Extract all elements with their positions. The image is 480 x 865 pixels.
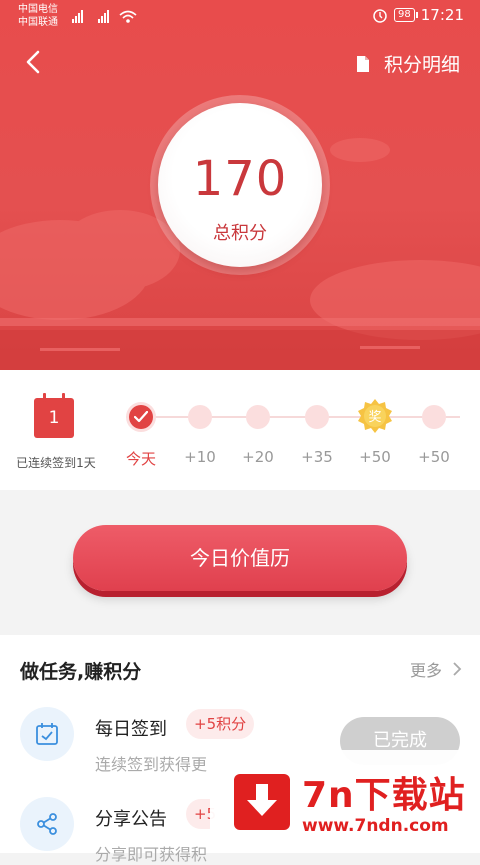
share-icon — [37, 813, 57, 835]
task-icon-share — [20, 797, 74, 851]
step-6-marker — [422, 405, 446, 429]
points-detail-label: 积分明细 — [383, 54, 460, 76]
calendar-day: 1 — [48, 408, 60, 428]
calendar-check-icon — [36, 723, 58, 745]
status-right: 98 17:21 — [372, 6, 464, 24]
task-description: 分享即可获得积 — [95, 845, 208, 864]
more-tasks-link[interactable]: 更多 — [410, 657, 462, 681]
alarm-icon — [373, 9, 387, 23]
progress-track — [126, 416, 460, 418]
carrier-2: 中国联通 — [18, 17, 58, 28]
streak-text: 已连续签到1天 — [16, 456, 96, 470]
step-2-marker — [188, 405, 212, 429]
step-today-marker — [129, 405, 153, 429]
task-name: 每日签到 — [95, 719, 167, 740]
more-label: 更多 — [409, 661, 442, 680]
points-detail-button[interactable]: 积分明细 — [356, 50, 460, 77]
back-icon[interactable] — [20, 48, 48, 76]
carrier-1: 中国电信 — [18, 4, 58, 15]
watermark-url: www.7ndn.com — [302, 816, 449, 836]
step-label-today: 今天 — [125, 450, 156, 468]
status-time: 17:21 — [420, 6, 464, 24]
step-label: +50 — [418, 448, 450, 466]
watermark-name: 7n下载站 — [302, 775, 466, 816]
download-icon — [234, 774, 290, 830]
task-description: 连续签到获得更 — [95, 755, 208, 774]
task-reward-badge: +5积分 — [186, 709, 255, 739]
carrier-info: 中国电信 中国联通 — [18, 3, 58, 29]
award-icon: 奖 — [358, 399, 392, 433]
battery-indicator: 98 — [394, 8, 418, 22]
step-label: +35 — [301, 448, 333, 466]
task-section-title: 做任务,赚积分 — [20, 661, 142, 683]
status-bar: 中国电信 中国联通 98 17:21 — [0, 0, 480, 32]
task-name: 分享公告 — [95, 809, 167, 830]
daily-value-calendar-button[interactable]: 今日价值历 — [73, 525, 407, 591]
calendar-icon: 1 — [34, 393, 74, 438]
step-4-marker — [305, 405, 329, 429]
chevron-right-icon — [453, 662, 462, 676]
checkin-panel: 1 已连续签到1天 奖 今天 +10 +20 +35 +50 +50 — [0, 370, 480, 490]
score-circle: 170 总积分 — [158, 103, 322, 267]
check-icon — [134, 411, 148, 423]
site-watermark: 7n下载站 www.7ndn.com — [210, 750, 480, 853]
hero-header: 中国电信 中国联通 98 17:21 积分明细 170 总积分 — [0, 0, 480, 370]
total-score-label: 总积分 — [213, 223, 267, 244]
step-3-marker — [246, 405, 270, 429]
document-icon — [356, 55, 369, 72]
award-badge-text: 奖 — [368, 410, 381, 425]
task-icon-checkin — [20, 707, 74, 761]
total-score-value: 170 — [192, 151, 288, 207]
step-label: +10 — [184, 448, 216, 466]
step-label: +50 — [359, 448, 391, 466]
step-label: +20 — [242, 448, 274, 466]
score-badge: 170 总积分 — [150, 95, 330, 275]
signal-icon — [72, 10, 137, 23]
